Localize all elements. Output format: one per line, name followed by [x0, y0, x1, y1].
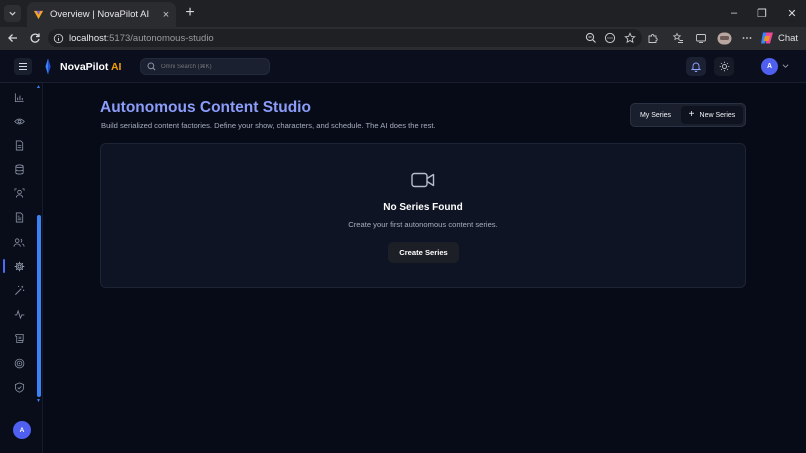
profile-button[interactable] [715, 29, 733, 47]
gear-icon [14, 261, 24, 271]
back-button[interactable] [4, 29, 22, 47]
tab-title: Overview | NovaPilot AI [50, 9, 150, 20]
page-title: Autonomous Content Studio [100, 99, 311, 116]
database-icon [14, 164, 24, 174]
url-host: localhost [69, 32, 107, 44]
sidebar-item-data[interactable] [10, 160, 28, 178]
omni-search-input[interactable] [161, 63, 261, 70]
sidebar-scroll-up[interactable]: ▲ [36, 84, 41, 90]
new-series-label: New Series [699, 111, 736, 119]
more-horizontal-icon [742, 37, 752, 39]
theme-toggle-button[interactable] [714, 57, 734, 76]
browser-menu-button[interactable] [738, 29, 756, 47]
file-text-icon [15, 212, 23, 222]
favorite-button[interactable] [621, 29, 639, 47]
scroll-icon [14, 333, 24, 343]
reload-icon [30, 33, 40, 43]
sidebar-item-activity[interactable] [10, 305, 28, 323]
tab-list-button[interactable] [4, 5, 21, 22]
plus-icon: + [688, 109, 695, 120]
eye-icon [13, 118, 25, 124]
omni-search[interactable] [140, 58, 270, 75]
bell-icon [691, 62, 701, 72]
create-series-button[interactable]: Create Series [388, 242, 459, 263]
sidebar-item-security[interactable] [10, 378, 28, 396]
sidebar-user-avatar[interactable]: A [13, 421, 31, 439]
zoom-button[interactable] [582, 29, 600, 47]
brand-name: NovaPilot AI [60, 61, 121, 73]
read-aloud-icon [604, 32, 616, 44]
sidebar-scrollbar-thumb[interactable] [37, 215, 41, 397]
collections-button[interactable] [692, 29, 710, 47]
puzzle-icon [648, 34, 658, 43]
scan-user-icon [14, 188, 24, 198]
brand-ai-text: AI [108, 61, 122, 73]
activity-icon [14, 308, 24, 319]
chevron-down-icon [9, 11, 16, 16]
sidebar-item-personas[interactable] [10, 184, 28, 202]
window-minimize-button[interactable]: – [724, 4, 744, 22]
sidebar-item-monitor[interactable] [10, 112, 28, 130]
menu-icon [19, 62, 27, 71]
sidebar-item-team[interactable] [10, 233, 28, 251]
url-path: :5173/autonomous-studio [106, 32, 214, 44]
browser-tab[interactable]: Overview | NovaPilot AI × [27, 2, 176, 27]
shield-icon [14, 381, 24, 393]
new-tab-button[interactable]: + [181, 4, 199, 22]
target-icon [14, 358, 24, 368]
arrow-left-icon [8, 34, 17, 42]
sidebar-item-reports[interactable] [10, 208, 28, 226]
empty-state-title: No Series Found [383, 202, 463, 213]
my-series-button[interactable]: My Series [634, 107, 677, 123]
users-icon [13, 237, 25, 247]
novapilot-logo-icon [45, 58, 51, 75]
chat-label: Chat [778, 32, 799, 44]
window-close-button[interactable]: ✕ [782, 4, 802, 22]
sun-icon [719, 61, 729, 72]
notifications-button[interactable] [686, 57, 706, 76]
read-aloud-button[interactable] [601, 29, 619, 47]
address-bar[interactable]: localhost:5173/autonomous-studio [48, 29, 642, 47]
empty-state-description: Create your first autonomous content ser… [348, 220, 498, 229]
star-icon [624, 32, 636, 44]
new-series-button[interactable]: + New Series [681, 106, 743, 124]
page-subtitle: Build serialized content factories. Defi… [101, 121, 436, 130]
sidebar-item-settings[interactable] [10, 257, 28, 275]
novapilot-favicon-icon [33, 10, 44, 20]
user-avatar[interactable]: A [761, 58, 778, 75]
sidebar-item-goals[interactable] [10, 354, 28, 372]
favorites-list-icon [672, 32, 683, 43]
zoom-icon [585, 32, 596, 43]
sidebar-item-scripts[interactable] [10, 329, 28, 347]
window-restore-button[interactable]: ❐ [752, 4, 772, 22]
sidebar-scroll-down[interactable]: ▼ [36, 398, 41, 404]
sidebar-item-automation[interactable] [10, 281, 28, 299]
sidebar-toggle-button[interactable] [14, 58, 32, 75]
copilot-chat-button[interactable]: Chat [760, 29, 802, 47]
user-menu-chevron[interactable] [780, 60, 790, 72]
document-icon [15, 140, 23, 150]
reload-button[interactable] [26, 29, 44, 47]
sidebar-item-documents[interactable] [10, 136, 28, 154]
tab-close-button[interactable]: × [159, 9, 173, 21]
search-icon [147, 62, 156, 71]
profile-picture-icon [717, 32, 731, 44]
bar-chart-icon [14, 92, 24, 102]
info-icon [53, 33, 64, 43]
sidebar-active-indicator [3, 259, 5, 273]
favorites-bar-button[interactable] [669, 29, 687, 47]
magic-wand-icon [14, 285, 24, 295]
extensions-button[interactable] [644, 29, 662, 47]
empty-state-card [100, 143, 746, 288]
copilot-icon [761, 32, 773, 44]
brand-name-text: NovaPilot [60, 61, 109, 73]
sidebar-item-analytics[interactable] [10, 88, 28, 106]
collections-icon [696, 34, 706, 43]
video-camera-icon [411, 172, 435, 188]
chevron-down-icon [782, 64, 788, 68]
